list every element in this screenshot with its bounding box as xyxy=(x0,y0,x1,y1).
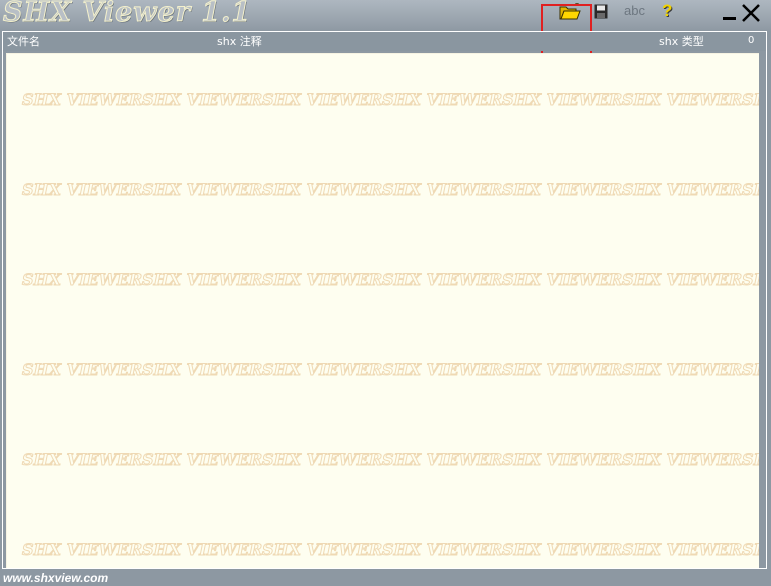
text-sample-button[interactable]: abc xyxy=(624,3,645,18)
watermark-text: SHX VIEWER xyxy=(141,360,263,380)
watermark-text: SHX VIEWER xyxy=(21,360,143,380)
watermark-text: SHX VIEWER xyxy=(261,90,383,110)
watermark-text: SHX VIEWER xyxy=(621,180,743,200)
file-list[interactable]: SHX VIEWER SHX VIEWER SHX VIEWER SHX VIEWER… xyxy=(6,53,759,568)
watermark-text: SHX VIEWER xyxy=(621,540,743,560)
watermark-text: SHX VIEWER xyxy=(741,450,759,470)
watermark-text: SHX VIEWER xyxy=(741,360,759,380)
watermark-text: SHX VIEWER xyxy=(21,180,143,200)
watermark-text: SHX VIEWER xyxy=(141,540,263,560)
save-button[interactable] xyxy=(594,4,608,19)
watermark-text: SHX VIEWER xyxy=(141,450,263,470)
watermark-text: SHX VIEWER xyxy=(381,270,503,290)
list-header: 文件名 shx 注释 shx 类型 0 xyxy=(3,32,766,51)
watermark-text: SHX VIEWER xyxy=(501,360,623,380)
watermark-text: SHX VIEWER xyxy=(261,540,383,560)
column-type[interactable]: shx 类型 xyxy=(659,33,704,49)
watermark-text: SHX VIEWER xyxy=(501,180,623,200)
watermark-text: SHX VIEWER xyxy=(21,540,143,560)
watermark-text: SHX VIEWER xyxy=(381,90,503,110)
column-filename[interactable]: 文件名 xyxy=(7,33,40,49)
watermark-text: SHX VIEWER xyxy=(381,450,503,470)
help-button[interactable]: ? xyxy=(662,1,672,21)
watermark-text: SHX VIEWER xyxy=(261,180,383,200)
watermark-text: SHX VIEWER xyxy=(381,360,503,380)
watermark-text: SHX VIEWER xyxy=(741,180,759,200)
watermark-text: SHX VIEWER xyxy=(261,270,383,290)
close-icon xyxy=(742,4,760,22)
watermark-text: SHX VIEWER xyxy=(501,90,623,110)
minimize-icon xyxy=(723,17,736,20)
watermark-text: SHX VIEWER xyxy=(621,90,743,110)
watermark-text: SHX VIEWER xyxy=(21,90,143,110)
watermark-text: SHX VIEWER xyxy=(21,450,143,470)
watermark-text: SHX VIEWER xyxy=(381,180,503,200)
watermark-text: SHX VIEWER xyxy=(621,360,743,380)
watermark-text: SHX VIEWER xyxy=(261,360,383,380)
watermark-text: SHX VIEWER xyxy=(381,540,503,560)
app-title: SHX Viewer 1.1 xyxy=(2,0,252,29)
watermark-text: SHX VIEWER xyxy=(141,180,263,200)
watermark-text: SHX VIEWER xyxy=(501,450,623,470)
floppy-disk-icon xyxy=(594,4,608,19)
close-button[interactable] xyxy=(741,3,761,23)
watermark-text: SHX VIEWER xyxy=(261,450,383,470)
watermark-text: SHX VIEWER xyxy=(621,450,743,470)
watermark-text: SHX VIEWER xyxy=(621,270,743,290)
title-bar[interactable]: SHX Viewer 1.1 abc ? xyxy=(0,0,771,31)
watermark-text: SHX VIEWER xyxy=(741,90,759,110)
watermark-text: SHX VIEWER xyxy=(501,540,623,560)
watermark-text: SHX VIEWER xyxy=(741,540,759,560)
watermark-text: SHX VIEWER xyxy=(141,90,263,110)
website-link[interactable]: www.shxview.com xyxy=(3,571,108,585)
watermark-text: SHX VIEWER xyxy=(741,270,759,290)
minimize-button[interactable] xyxy=(722,7,738,23)
file-count: 0 xyxy=(748,35,755,46)
watermark-text: SHX VIEWER xyxy=(501,270,623,290)
watermark-text: SHX VIEWER xyxy=(21,270,143,290)
column-comment[interactable]: shx 注释 xyxy=(217,33,262,49)
watermark-text: SHX VIEWER xyxy=(141,270,263,290)
